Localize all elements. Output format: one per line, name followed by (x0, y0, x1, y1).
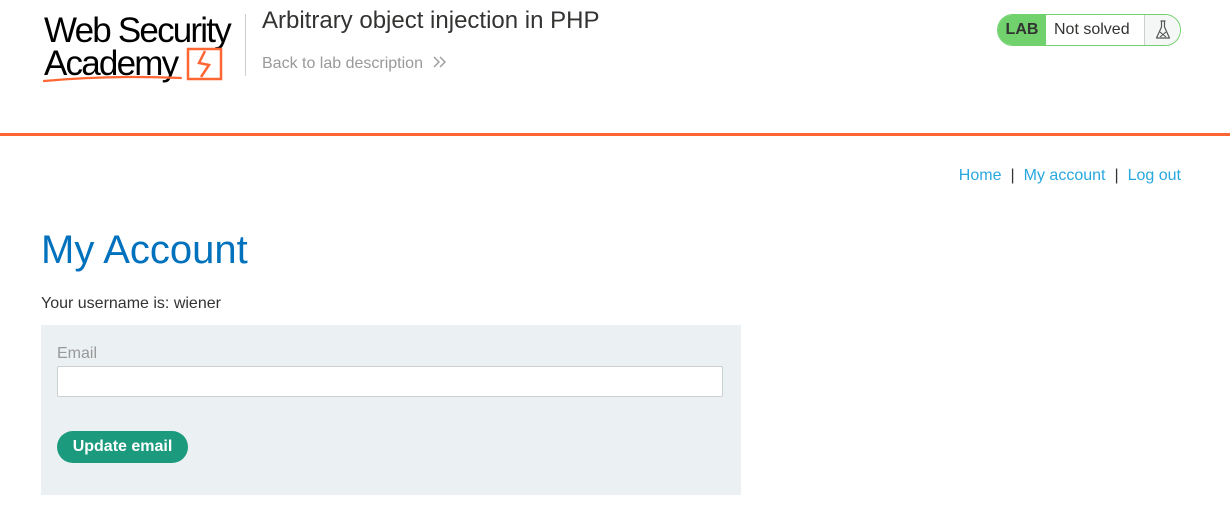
lab-status-widget: LAB Not solved (997, 14, 1181, 46)
lab-header: Web Security Academy Arbitrary object in… (0, 0, 1230, 136)
email-label: Email (57, 345, 98, 362)
nav-home-link[interactable]: Home (959, 167, 1002, 184)
flask-icon (1145, 15, 1180, 45)
update-email-button[interactable]: Update email (57, 431, 188, 463)
nav-log-out-link[interactable]: Log out (1128, 167, 1181, 184)
nav-separator: | (1010, 167, 1015, 184)
lab-title: Arbitrary object injection in PHP (262, 7, 600, 34)
nav-separator: | (1114, 167, 1119, 184)
header-divider (245, 14, 246, 76)
lab-badge: LAB (998, 15, 1046, 45)
lightning-box-icon (42, 47, 223, 83)
back-to-lab-description-link[interactable]: Back to lab description (262, 55, 447, 73)
page-title: My Account (41, 228, 248, 272)
update-email-form: Email Update email (41, 325, 741, 495)
top-nav: Home | My account | Log out (959, 167, 1181, 185)
double-chevron-right-icon (433, 55, 447, 73)
back-link-label: Back to lab description (262, 55, 423, 73)
web-security-academy-logo[interactable]: Web Security Academy (41, 13, 243, 85)
lab-solved-status: Not solved (1046, 15, 1145, 45)
username-text: Your username is: wiener (41, 295, 221, 312)
email-input[interactable] (57, 366, 723, 397)
nav-my-account-link[interactable]: My account (1024, 167, 1106, 184)
